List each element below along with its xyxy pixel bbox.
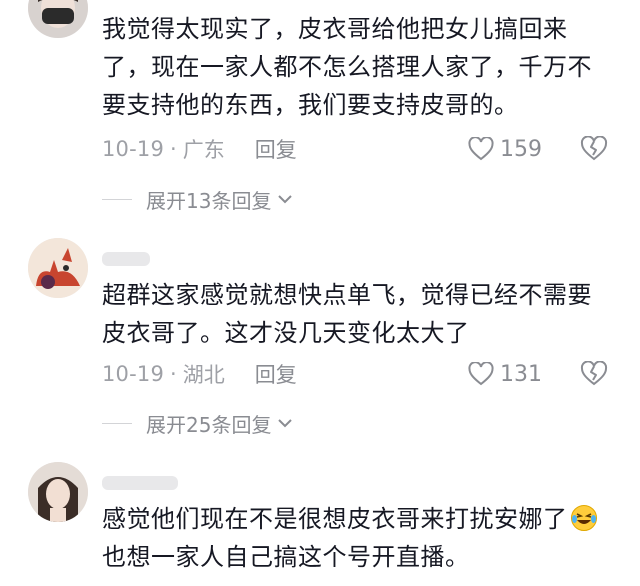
like-button[interactable]: 131 bbox=[468, 357, 542, 391]
comment-line: 了，现在一家人都不怎么搭理人家了，千万不 bbox=[102, 53, 592, 81]
comment-text: 我觉得太现实了，皮衣哥给他把女儿搞回来 了，现在一家人都不怎么搭理人家了，千万不… bbox=[102, 10, 622, 124]
dislike-button[interactable] bbox=[580, 132, 608, 166]
reply-button[interactable]: 回复 bbox=[255, 134, 297, 164]
broken-heart-icon bbox=[580, 361, 608, 386]
avatar-photo bbox=[28, 238, 88, 298]
heart-icon bbox=[468, 137, 494, 161]
reply-button[interactable]: 回复 bbox=[255, 359, 297, 389]
like-button[interactable]: 159 bbox=[468, 132, 542, 166]
username-blurred bbox=[102, 476, 178, 490]
comment-location: 广东 bbox=[182, 138, 225, 162]
avatar[interactable] bbox=[28, 462, 88, 522]
chevron-down-icon bbox=[278, 195, 293, 204]
avatar-photo bbox=[28, 462, 88, 522]
comment-date: 10-19 bbox=[102, 137, 165, 161]
comment-line: 我觉得太现实了，皮衣哥给他把女儿搞回来 bbox=[102, 15, 568, 43]
expand-replies-label: 展开13条回复 bbox=[146, 188, 272, 213]
divider-line bbox=[102, 198, 132, 200]
avatar[interactable] bbox=[28, 238, 88, 298]
chevron-down-icon bbox=[278, 419, 293, 428]
broken-heart-icon bbox=[580, 136, 608, 161]
comment-line: 也想一家人自己搞这个号开直播。 bbox=[102, 543, 470, 571]
comment-meta: 10-19 · 湖北 回复 bbox=[102, 357, 622, 391]
avatar-photo bbox=[28, 0, 88, 38]
comment-location: 湖北 bbox=[182, 363, 225, 387]
heart-icon bbox=[468, 362, 494, 386]
comment-text: 超群这家感觉就想快点单飞，觉得已经不需要 皮衣哥了。这才没几天变化太大了 bbox=[102, 276, 622, 352]
comment-meta: 10-19 · 广东 回复 bbox=[102, 132, 622, 166]
username-blurred bbox=[102, 252, 150, 266]
dislike-button[interactable] bbox=[580, 357, 608, 391]
comment-line: 感觉他们现在不是很想皮衣哥来打扰安娜了 bbox=[102, 500, 622, 538]
meta-separator: · bbox=[170, 362, 177, 386]
expand-replies-button[interactable]: 展开13条回复 bbox=[102, 184, 293, 214]
comment-line: 皮衣哥了。这才没几天变化太大了 bbox=[102, 319, 470, 347]
expand-replies-button[interactable]: 展开25条回复 bbox=[102, 408, 293, 438]
like-count: 159 bbox=[500, 136, 542, 162]
like-count: 131 bbox=[500, 361, 542, 387]
comment-text: 感觉他们现在不是很想皮衣哥来打扰安娜了 也想一家人自己搞这个号开直播。 bbox=[102, 500, 622, 576]
comment-date: 10-19 bbox=[102, 362, 165, 386]
comment-line: 要支持他的东西，我们要支持皮哥的。 bbox=[102, 91, 519, 119]
meta-separator: · bbox=[170, 137, 177, 161]
divider-line bbox=[102, 422, 132, 424]
comment-line: 超群这家感觉就想快点单飞，觉得已经不需要 bbox=[102, 281, 592, 309]
laughing-crying-emoji-icon bbox=[570, 505, 597, 531]
expand-replies-label: 展开25条回复 bbox=[146, 412, 272, 437]
comment-line-text: 感觉他们现在不是很想皮衣哥来打扰安娜了 bbox=[102, 505, 568, 533]
avatar[interactable] bbox=[28, 0, 88, 38]
